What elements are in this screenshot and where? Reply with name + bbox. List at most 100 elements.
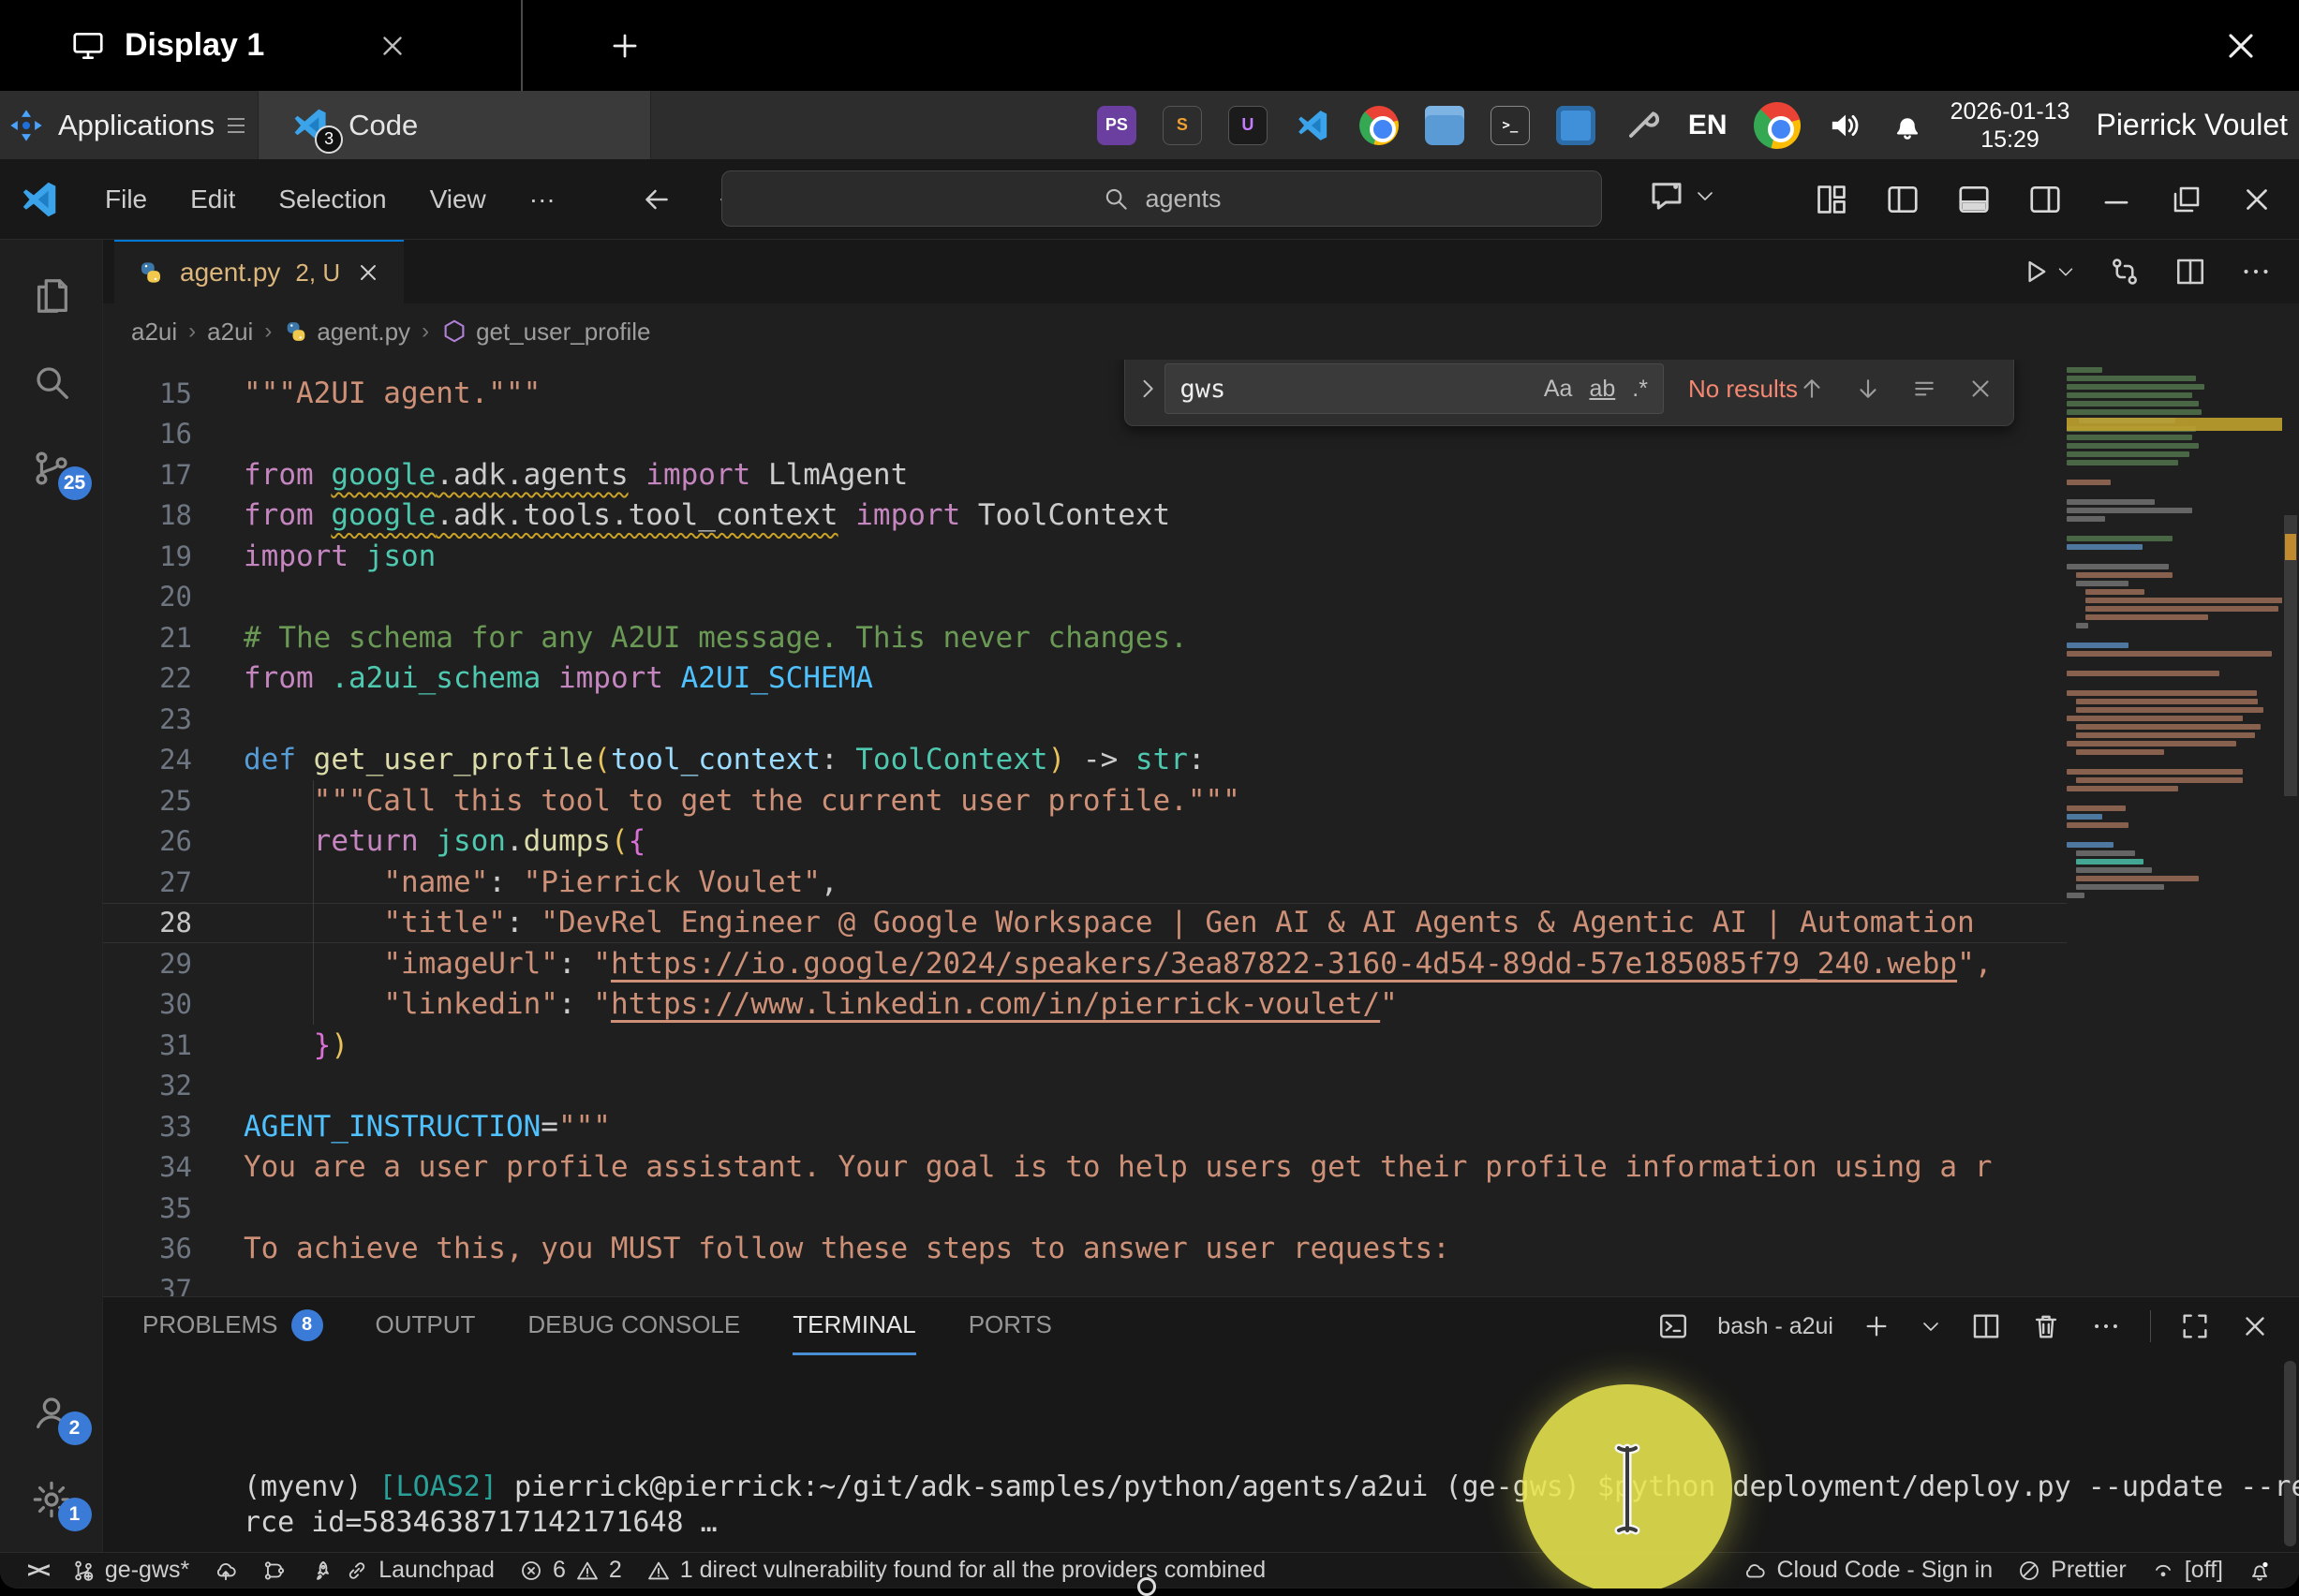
statusbar-launchpad[interactable]: Launchpad [299, 1553, 507, 1588]
restore-button[interactable] [2170, 183, 2203, 216]
tray-vscode-icon[interactable] [1293, 105, 1334, 146]
terminal-line[interactable]: rce id=5834638717142171648 … [244, 1505, 2299, 1541]
vnc-new-tab-button[interactable] [607, 28, 643, 64]
breadcrumb-item-a2ui[interactable]: a2ui [207, 318, 253, 347]
tab-agent-py[interactable]: agent.py 2, U [114, 240, 404, 303]
close-window-button[interactable] [2239, 182, 2275, 217]
code-line-23[interactable]: 23 [103, 699, 2067, 740]
statusbar-git-graph[interactable] [250, 1553, 299, 1588]
code-line-25[interactable]: 25 """Call this tool to get the current … [103, 780, 2067, 821]
copilot-button[interactable] [1647, 176, 1716, 215]
toggle-replace-icon[interactable] [1131, 376, 1164, 402]
applications-menu-button[interactable]: Applications [0, 91, 258, 159]
taskbar-window-code[interactable]: 3 Code [258, 91, 651, 159]
open-changes-icon[interactable] [2108, 255, 2142, 288]
code-line-28[interactable]: 28 "title": "DevRel Engineer @ Google Wo… [103, 903, 2067, 944]
statusbar-git-branch[interactable]: ge-gws* [59, 1553, 201, 1588]
code-line-20[interactable]: 20 [103, 577, 2067, 618]
minimap[interactable] [2067, 360, 2282, 1296]
vnc-close-session-button[interactable] [2220, 25, 2299, 66]
statusbar-cloud-sync[interactable] [201, 1553, 250, 1588]
find-close-icon[interactable] [1966, 375, 1995, 403]
notifications-tray-icon[interactable] [1891, 109, 1924, 142]
statusbar-screencast-mode[interactable]: [off] [2139, 1553, 2235, 1588]
code-line-34[interactable]: 34You are a user profile assistant. Your… [103, 1147, 2067, 1189]
statusbar-prettier[interactable]: Prettier [2005, 1553, 2139, 1588]
code-line-33[interactable]: 33AGENT_INSTRUCTION=""" [103, 1106, 2067, 1147]
statusbar-cloud-code-sign-in[interactable]: Cloud Code - Sign in [1730, 1553, 2005, 1588]
code-line-19[interactable]: 19import json [103, 536, 2067, 577]
code-line-35[interactable]: 35 [103, 1188, 2067, 1229]
tray-chrome-icon[interactable] [1358, 105, 1400, 146]
command-center-search[interactable]: agents [721, 170, 1602, 227]
customize-layout-icon[interactable] [1814, 182, 1849, 217]
close-panel-icon[interactable] [2239, 1310, 2271, 1342]
editor-pane[interactable]: 15"""A2UI agent."""1617from google.adk.a… [103, 360, 2299, 1296]
tray-tool-icon[interactable] [1621, 105, 1662, 146]
menu-file[interactable]: File [86, 177, 166, 222]
editor-scrollbar[interactable] [2282, 360, 2299, 1296]
tray-intellij-icon[interactable]: U [1227, 105, 1268, 146]
menu-selection[interactable]: Selection [260, 177, 405, 222]
taskbar-clock[interactable]: 2026-01-13 15:29 [1950, 97, 2070, 154]
split-editor-icon[interactable] [2173, 255, 2207, 288]
toggle-secondary-sidebar-icon[interactable] [2027, 182, 2063, 217]
chromium-tray-icon[interactable] [1754, 102, 1801, 149]
sidebar-item-settings[interactable]: 1 [0, 1456, 103, 1543]
whole-word-icon[interactable]: ab [1589, 376, 1615, 403]
breadcrumb-item-get-user-profile[interactable]: get_user_profile [440, 318, 650, 347]
code-line-24[interactable]: 24def get_user_profile(tool_context: Too… [103, 740, 2067, 781]
find-next-icon[interactable] [1854, 375, 1882, 403]
split-terminal-icon[interactable] [1970, 1310, 2002, 1342]
nav-back-button[interactable] [640, 183, 674, 216]
breadcrumb-item-a2ui[interactable]: a2ui [131, 318, 177, 347]
panel-more-actions-icon[interactable] [2090, 1310, 2122, 1342]
sidebar-item-explorer[interactable] [0, 253, 103, 339]
run-python-file-button[interactable] [2020, 256, 2076, 288]
code-line-32[interactable]: 32 [103, 1066, 2067, 1107]
sidebar-item-source-control[interactable]: 25 [0, 425, 103, 511]
breadcrumb-item-agent-py[interactable]: agent.py [283, 318, 410, 347]
panel-tab-output[interactable]: OUTPUT [376, 1297, 476, 1355]
statusbar-notifications[interactable] [2235, 1553, 2284, 1588]
terminal-session-label[interactable]: bash - a2ui [1717, 1313, 1833, 1340]
terminal-dropdown-icon[interactable] [1920, 1315, 1942, 1337]
statusbar-remote-indicator[interactable]: >< [15, 1553, 59, 1588]
sidebar-item-search[interactable] [0, 339, 103, 425]
terminal-output[interactable]: (myenv) [LOAS2] pierrick@pierrick:~/git/… [103, 1355, 2299, 1552]
tray-display-app-icon[interactable] [1555, 105, 1596, 146]
code-line-36[interactable]: 36To achieve this, you MUST follow these… [103, 1229, 2067, 1270]
code-line-29[interactable]: 29 "imageUrl": "https://io.google/2024/s… [103, 943, 2067, 984]
code-line-26[interactable]: 26 return json.dumps({ [103, 821, 2067, 863]
terminal-line[interactable]: ions/us-central1/reasoningEngines/583463… [244, 1548, 2299, 1552]
tray-phpstorm-icon[interactable]: PS [1096, 105, 1137, 146]
editor-more-actions-icon[interactable] [2239, 255, 2273, 288]
statusbar-problems-summary[interactable]: 62 [507, 1553, 634, 1588]
tab-close-icon[interactable] [355, 259, 381, 286]
panel-tab-debug-console[interactable]: DEBUG CONSOLE [527, 1297, 740, 1355]
match-case-icon[interactable]: Aa [1544, 376, 1573, 403]
menu-view[interactable]: View [411, 177, 505, 222]
code-line-22[interactable]: 22from .a2ui_schema import A2UI_SCHEMA [103, 658, 2067, 700]
code-line-21[interactable]: 21# The schema for any A2UI message. Thi… [103, 617, 2067, 658]
new-terminal-icon[interactable] [1861, 1311, 1891, 1341]
menu-edit[interactable]: Edit [171, 177, 254, 222]
tray-sublime-icon[interactable]: S [1162, 105, 1203, 146]
statusbar-vulnerabilities[interactable]: 1 direct vulnerability found for all the… [634, 1553, 1278, 1588]
maximize-panel-icon[interactable] [2179, 1310, 2211, 1342]
terminal-line[interactable]: (myenv) [LOAS2] pierrick@pierrick:~/git/… [244, 1470, 2299, 1505]
code-line-30[interactable]: 30 "linkedin": "https://www.linkedin.com… [103, 984, 2067, 1026]
menu-[interactable]: ··· [511, 177, 574, 222]
panel-tab-problems[interactable]: PROBLEMS8 [142, 1297, 323, 1355]
regex-icon[interactable]: .* [1632, 376, 1648, 403]
kill-terminal-icon[interactable] [2030, 1310, 2062, 1342]
panel-tab-ports[interactable]: PORTS [969, 1297, 1052, 1355]
code-line-18[interactable]: 18from google.adk.tools.tool_context imp… [103, 495, 2067, 537]
tray-file-manager-icon[interactable] [1424, 105, 1465, 146]
vnc-tab-close-icon[interactable] [377, 30, 408, 62]
toggle-panel-icon[interactable] [1956, 182, 1992, 217]
panel-tab-terminal[interactable]: TERMINAL [793, 1297, 915, 1355]
find-previous-icon[interactable] [1798, 375, 1826, 403]
sidebar-item-accounts[interactable]: 2 [0, 1370, 103, 1456]
find-input[interactable]: gws Aa ab .* [1164, 363, 1664, 414]
